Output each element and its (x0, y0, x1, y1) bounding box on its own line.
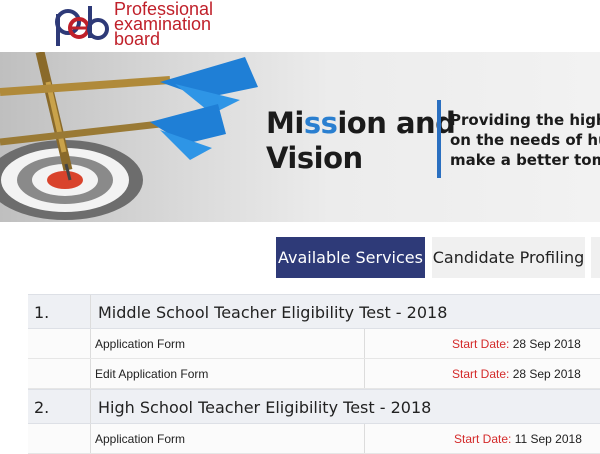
column-divider (90, 390, 91, 423)
banner-divider (437, 100, 441, 178)
service-row: 2. High School Teacher Eligibility Test … (28, 389, 600, 424)
tagline-line-1: Providing the highest (450, 111, 600, 129)
column-divider (364, 329, 365, 358)
brand-name: Professional examination board (114, 0, 213, 49)
start-date: Start Date: 28 Sep 2018 (452, 367, 581, 381)
column-divider (364, 359, 365, 388)
mission-heading: Mission and Vision (266, 106, 456, 176)
tagline-line-3: make a better tomorr (450, 151, 600, 169)
edit-application-form-link[interactable]: Edit Application Form (95, 367, 208, 381)
start-date-value: 28 Sep 2018 (509, 367, 581, 381)
start-date: Start Date: 11 Sep 2018 (454, 432, 582, 446)
form-row: Edit Application Form Start Date: 28 Sep… (28, 359, 600, 389)
tab-candidate-profiling[interactable]: Candidate Profiling (432, 237, 585, 278)
start-date-label: Start Date: (452, 337, 510, 351)
service-number: 1. (34, 303, 50, 322)
column-divider (364, 424, 365, 453)
application-form-link[interactable]: Application Form (95, 432, 185, 446)
peb-logo[interactable] (52, 2, 110, 48)
heading-part-1: Mi (266, 106, 304, 140)
start-date-value: 28 Sep 2018 (509, 337, 581, 351)
tagline-line-2: on the needs of huma (450, 131, 600, 149)
mission-banner: Mission and Vision Providing the highest… (0, 52, 600, 222)
brand-line-3: board (114, 29, 161, 49)
service-title: Middle School Teacher Eligibility Test -… (98, 303, 448, 322)
service-title: High School Teacher Eligibility Test - 2… (98, 398, 432, 417)
tab-available-services[interactable]: Available Services (276, 237, 425, 278)
service-row: 1. Middle School Teacher Eligibility Tes… (28, 294, 600, 329)
column-divider (90, 424, 91, 453)
banner-tagline: Providing the highest on the needs of hu… (450, 110, 600, 170)
column-divider (90, 295, 91, 328)
heading-part-2: ss (303, 106, 338, 140)
start-date-value: 11 Sep 2018 (511, 432, 582, 446)
application-form-link[interactable]: Application Form (95, 337, 185, 351)
site-header: Professional examination board (0, 0, 600, 52)
column-divider (90, 329, 91, 358)
form-row: Application Form Start Date: 28 Sep 2018 (28, 329, 600, 359)
tab-more[interactable] (591, 237, 600, 278)
start-date-label: Start Date: (454, 432, 512, 446)
column-divider (90, 359, 91, 388)
heading-line-2: Vision (266, 141, 363, 175)
start-date-label: Start Date: (452, 367, 510, 381)
service-number: 2. (34, 398, 50, 417)
start-date: Start Date: 28 Sep 2018 (452, 337, 581, 351)
